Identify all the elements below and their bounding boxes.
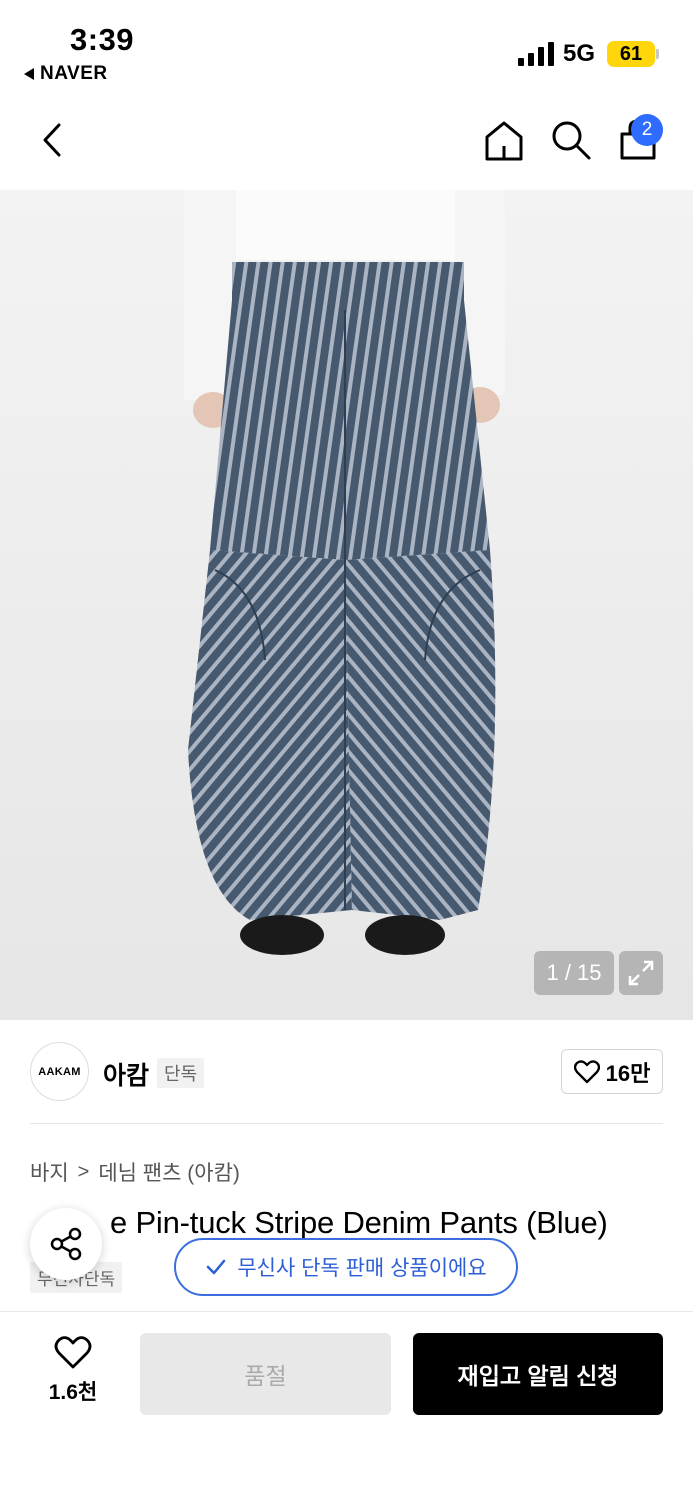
- check-icon: [207, 1259, 226, 1275]
- exclusive-toast: 무신사 단독 판매 상품이에요: [174, 1238, 518, 1296]
- home-icon: [485, 121, 523, 161]
- brand-logo[interactable]: AAKAM: [30, 1042, 89, 1101]
- expand-icon: [628, 960, 654, 986]
- image-pager: 1 / 15: [534, 951, 614, 995]
- cart-count-badge: 2: [631, 114, 663, 146]
- divider: [30, 1123, 663, 1124]
- search-icon: [552, 121, 591, 160]
- back-button[interactable]: [30, 118, 74, 162]
- product-title: e Pin-tuck Stripe Denim Pants (Blue): [30, 1205, 608, 1241]
- back-app-label: NAVER: [40, 63, 108, 84]
- battery-level: 61: [619, 42, 643, 65]
- network-type: 5G: [563, 40, 596, 67]
- restock-alert-button[interactable]: 재입고 알림 신청: [413, 1333, 663, 1415]
- expand-image-button[interactable]: [619, 951, 663, 995]
- battery-nub: [656, 49, 659, 59]
- back-triangle-icon: [24, 68, 34, 80]
- back-icon: [43, 123, 61, 157]
- breadcrumb-item-denim-pants[interactable]: 데님 팬츠 (아캄): [98, 1157, 240, 1187]
- heart-icon: [573, 1059, 600, 1083]
- signal-icon: [518, 42, 554, 66]
- back-to-app-link[interactable]: NAVER: [24, 63, 108, 85]
- brand-like-button[interactable]: 16만: [561, 1049, 663, 1094]
- battery-icon: 61: [607, 41, 655, 67]
- product-title-text: e Pin-tuck Stripe Denim Pants (Blue): [110, 1205, 608, 1240]
- brand-logo-text: AAKAM: [38, 1065, 81, 1078]
- breadcrumb-item-pants[interactable]: 바지: [30, 1157, 69, 1187]
- breadcrumb-separator: >: [77, 1160, 90, 1183]
- brand-like-count: 16만: [605, 1060, 651, 1086]
- wishlist-count: 1.6천: [48, 1381, 98, 1404]
- wishlist-button[interactable]: 1.6천: [30, 1336, 116, 1416]
- brand-exclusive-tag: 단독: [157, 1058, 205, 1088]
- soldout-button[interactable]: 품절: [140, 1333, 391, 1415]
- search-button[interactable]: [549, 118, 593, 162]
- brand-name[interactable]: 아캄: [103, 1056, 149, 1092]
- status-time: 3:39: [70, 22, 135, 57]
- bottom-bar-divider: [0, 1311, 693, 1312]
- heart-icon: [54, 1336, 92, 1369]
- breadcrumb: 바지 > 데님 팬츠 (아캄): [30, 1157, 240, 1187]
- status-bar: 3:39 NAVER 5G 61: [0, 0, 693, 95]
- toast-message: 무신사 단독 판매 상품이에요: [237, 1257, 487, 1280]
- share-icon: [50, 1227, 82, 1261]
- product-photo-illustration: [184, 190, 505, 955]
- share-button[interactable]: [30, 1208, 102, 1280]
- home-button[interactable]: [482, 118, 526, 164]
- product-image[interactable]: [0, 190, 693, 1020]
